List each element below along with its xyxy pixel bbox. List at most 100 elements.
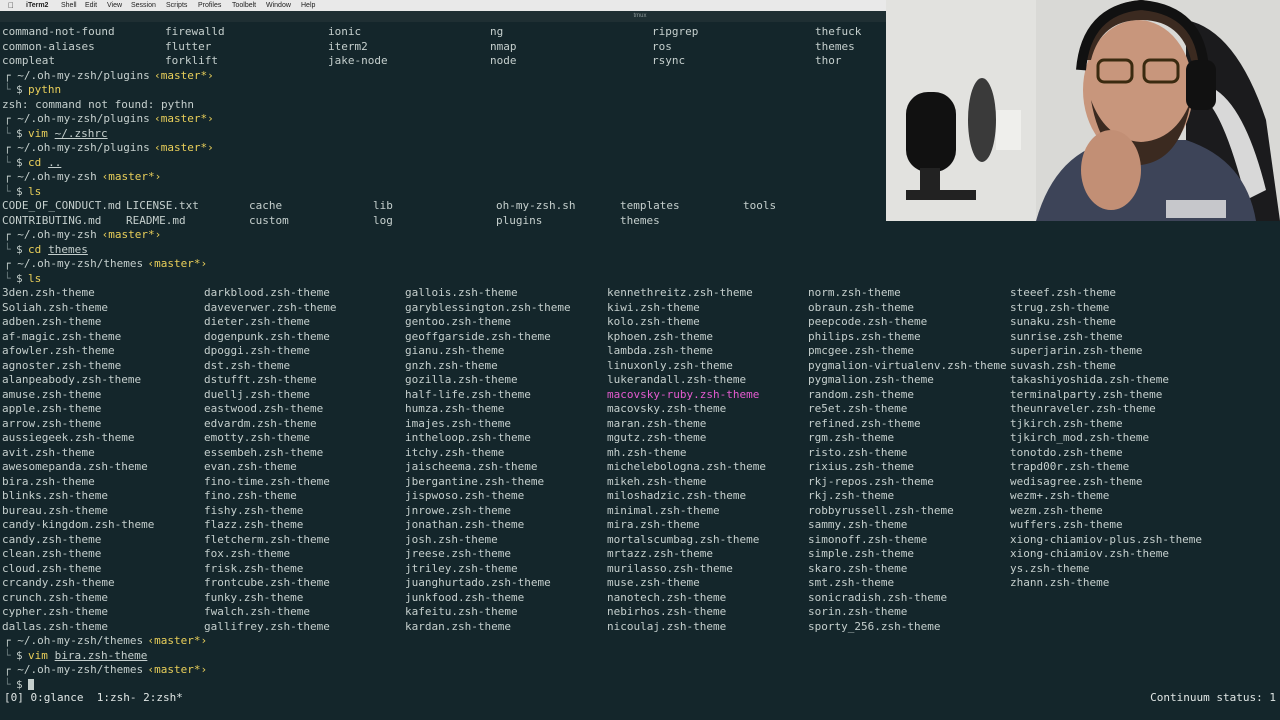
command-arg: themes xyxy=(48,243,88,256)
command-text: ls xyxy=(28,272,42,285)
file-name: LICENSE.txt xyxy=(126,199,199,212)
theme-file-name: lambda.zsh-theme xyxy=(607,344,713,357)
theme-file-name: rkj.zsh-theme xyxy=(808,489,895,502)
file-name: README.md xyxy=(126,214,186,227)
theme-file-name: alanpeabody.zsh-theme xyxy=(2,373,142,386)
menu-view[interactable]: View xyxy=(107,0,122,11)
theme-file-name: dallas.zsh-theme xyxy=(2,620,108,633)
theme-file-name: candy.zsh-theme xyxy=(2,533,102,546)
prompt-branch: ‹master*› xyxy=(101,170,162,183)
command-arg: .. xyxy=(48,156,62,169)
command-arg: bira.zsh-theme xyxy=(54,649,148,662)
theme-file-name: fletcherm.zsh-theme xyxy=(204,533,330,546)
theme-file-name: zhann.zsh-theme xyxy=(1010,576,1110,589)
file-name: plugins xyxy=(496,214,543,227)
theme-file-name: random.zsh-theme xyxy=(808,388,914,401)
theme-file-name: kphoen.zsh-theme xyxy=(607,330,713,343)
theme-file-name: superjarin.zsh-theme xyxy=(1010,344,1143,357)
plugin-name: common-aliases xyxy=(2,40,95,53)
theme-file-name: wuffers.zsh-theme xyxy=(1010,518,1123,531)
terminal-line: └ $ cd themes xyxy=(0,242,1280,257)
terminal-line: └ $ ls xyxy=(0,271,1280,286)
theme-file-name: strug.zsh-theme xyxy=(1010,301,1110,314)
menu-shell[interactable]: Shell xyxy=(61,0,77,11)
theme-file-name: wezm+.zsh-theme xyxy=(1010,489,1110,502)
terminal-line: crcandy.zsh-theme frontcube.zsh-theme juan… xyxy=(0,575,1280,590)
theme-file-name: cloud.zsh-theme xyxy=(2,562,102,575)
theme-file-name: daveverwer.zsh-theme xyxy=(204,301,337,314)
theme-file-name: 3den.zsh-theme xyxy=(2,286,95,299)
theme-file-name: mikeh.zsh-theme xyxy=(607,475,707,488)
prompt-corner-icon: └ xyxy=(4,185,11,198)
theme-file-name: frontcube.zsh-theme xyxy=(204,576,330,589)
theme-file-name: xiong-chiamiov.zsh-theme xyxy=(1010,547,1169,560)
theme-file-name: rixius.zsh-theme xyxy=(808,460,914,473)
theme-file-name: kennethreitz.zsh-theme xyxy=(607,286,753,299)
plugin-name: flutter xyxy=(165,40,212,53)
theme-file-name: intheloop.zsh-theme xyxy=(405,431,531,444)
prompt-branch: ‹master*› xyxy=(154,112,214,125)
theme-file-name: arrow.zsh-theme xyxy=(2,417,102,430)
theme-file-name: minimal.zsh-theme xyxy=(607,504,720,517)
menu-edit[interactable]: Edit xyxy=(85,0,97,11)
terminal-line: ┌ ~/.oh-my-zsh/themes ‹master*› xyxy=(0,662,1280,677)
menu-window[interactable]: Window xyxy=(266,0,291,11)
plugin-name: ros xyxy=(652,40,672,53)
menu-help[interactable]: Help xyxy=(301,0,315,11)
theme-file-name: kiwi.zsh-theme xyxy=(607,301,700,314)
file-name: cache xyxy=(249,199,283,212)
file-name: templates xyxy=(620,199,680,212)
theme-file-name: frisk.zsh-theme xyxy=(204,562,304,575)
apple-logo-icon[interactable]:  xyxy=(8,0,14,11)
prompt-path: ┌ ~/.oh-my-zsh/plugins xyxy=(4,112,150,125)
theme-file-name: peepcode.zsh-theme xyxy=(808,315,928,328)
plugin-name: ng xyxy=(490,25,504,38)
prompt-path: ┌ ~/.oh-my-zsh/themes xyxy=(4,257,144,270)
terminal-line: └ $ vim bira.zsh-theme xyxy=(0,648,1280,663)
theme-file-name: crcandy.zsh-theme xyxy=(2,576,115,589)
theme-file-name: cypher.zsh-theme xyxy=(2,605,108,618)
theme-file-name: macovsky-ruby.zsh-theme xyxy=(607,388,760,401)
theme-file-name: fino.zsh-theme xyxy=(204,489,297,502)
plugin-name: nmap xyxy=(490,40,517,53)
menu-profiles[interactable]: Profiles xyxy=(198,0,221,11)
terminal-line: ┌ ~/.oh-my-zsh/themes ‹master*› xyxy=(0,256,1280,271)
command-arg: ~/.zshrc xyxy=(54,127,108,140)
terminal-line: aussiegeek.zsh-theme emotty.zsh-theme inth… xyxy=(0,430,1280,445)
terminal-line: ┌ ~/.oh-my-zsh/themes ‹master*› xyxy=(0,633,1280,648)
menu-scripts[interactable]: Scripts xyxy=(166,0,187,11)
theme-file-name: gallifrey.zsh-theme xyxy=(204,620,330,633)
theme-file-name: avit.zsh-theme xyxy=(2,446,95,459)
terminal-line: adben.zsh-theme dieter.zsh-theme gentoo.zs… xyxy=(0,314,1280,329)
theme-file-name: amuse.zsh-theme xyxy=(2,388,102,401)
prompt-dollar: $ xyxy=(16,156,23,169)
theme-file-name: funky.zsh-theme xyxy=(204,591,304,604)
theme-file-name: junkfood.zsh-theme xyxy=(405,591,525,604)
theme-file-name: rgm.zsh-theme xyxy=(808,431,895,444)
menu-toolbelt[interactable]: Toolbelt xyxy=(232,0,256,11)
theme-file-name: essembeh.zsh-theme xyxy=(204,446,324,459)
theme-file-name: philips.zsh-theme xyxy=(808,330,921,343)
plugin-name: ionic xyxy=(328,25,362,38)
theme-file-name: geoffgarside.zsh-theme xyxy=(405,330,551,343)
theme-file-name: half-life.zsh-theme xyxy=(405,388,531,401)
theme-file-name: sunaku.zsh-theme xyxy=(1010,315,1116,328)
theme-file-name: tjkirch.zsh-theme xyxy=(1010,417,1123,430)
theme-file-name: wezm.zsh-theme xyxy=(1010,504,1103,517)
theme-file-name: michelebologna.zsh-theme xyxy=(607,460,766,473)
theme-file-name: pygmalion.zsh-theme xyxy=(808,373,934,386)
command-text: vim xyxy=(28,649,48,662)
theme-file-name: jnrowe.zsh-theme xyxy=(405,504,511,517)
theme-file-name: nanotech.zsh-theme xyxy=(607,591,727,604)
plugin-name: themes xyxy=(815,40,855,53)
theme-file-name: afowler.zsh-theme xyxy=(2,344,115,357)
menu-session[interactable]: Session xyxy=(131,0,156,11)
theme-file-name: suvash.zsh-theme xyxy=(1010,359,1116,372)
terminal-line: 3den.zsh-theme darkblood.zsh-theme gallois… xyxy=(0,285,1280,300)
terminal-line: cloud.zsh-theme frisk.zsh-theme jtriley.zs… xyxy=(0,561,1280,576)
tmux-window-list[interactable]: [0] 0:glance 1:zsh- 2:zsh* xyxy=(4,690,183,706)
theme-file-name: steeef.zsh-theme xyxy=(1010,286,1116,299)
theme-file-name: aussiegeek.zsh-theme xyxy=(2,431,135,444)
menu-app-name[interactable]: iTerm2 xyxy=(26,0,48,11)
theme-file-name: sorin.zsh-theme xyxy=(808,605,908,618)
